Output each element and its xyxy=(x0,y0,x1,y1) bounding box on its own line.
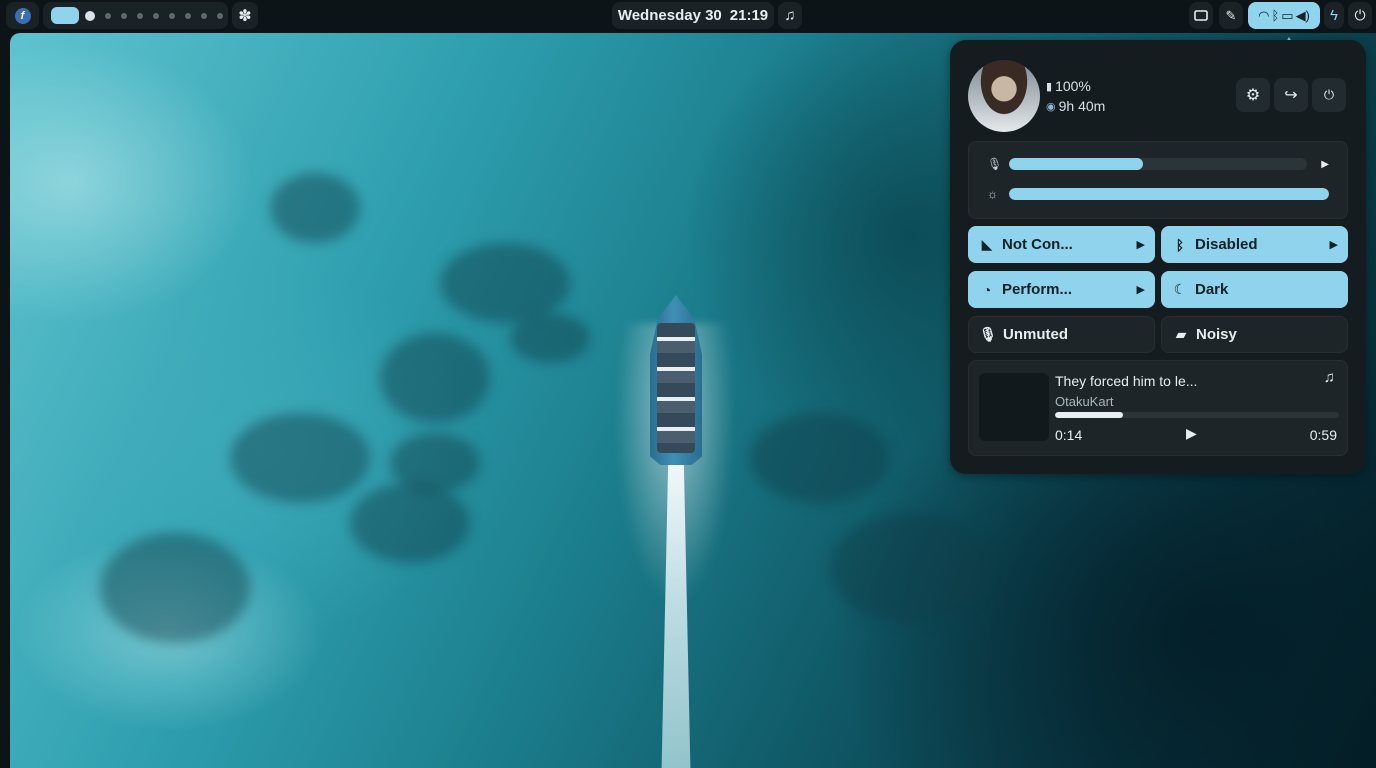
microphone-icon: 🎙︎ xyxy=(987,157,1003,171)
media-button[interactable]: ♫ xyxy=(778,2,802,29)
mic-slider-row: 🎙︎ ▶ xyxy=(969,154,1347,174)
workspace-indicator xyxy=(43,2,228,29)
eyedropper-icon: ✎ xyxy=(1225,7,1237,23)
workspace-7[interactable] xyxy=(169,12,175,19)
quick-settings-panel: ▮ 100% ◉ 9h 40m ⚙ ↪ ⏻ 🎙︎ ▶ ☼ ◣ Not Con..… xyxy=(950,40,1366,474)
music-note-icon: ♫ xyxy=(784,7,796,24)
workspace-5[interactable] xyxy=(137,12,143,19)
power-profile-icon: ◠ xyxy=(1258,7,1270,23)
workspace-3[interactable] xyxy=(105,12,111,19)
screen-icon xyxy=(1194,9,1208,21)
album-cover xyxy=(979,373,1049,441)
track-position: 0:14 xyxy=(1055,427,1083,443)
workspace-10[interactable] xyxy=(217,12,223,19)
screenshot-button[interactable] xyxy=(1189,2,1213,29)
bluetooth-tile-label: Disabled xyxy=(1195,236,1258,253)
workspace-8[interactable] xyxy=(185,12,191,19)
battery-small-icon: ▮ xyxy=(1046,80,1053,93)
workspace-4[interactable] xyxy=(121,12,127,19)
logout-button[interactable]: ↪ xyxy=(1274,78,1308,112)
mic-slider-fill xyxy=(1009,158,1144,170)
bluetooth-tile[interactable]: ᛒ Disabled ▶ xyxy=(1161,226,1348,263)
color-picker-button[interactable]: ✎ xyxy=(1219,2,1243,29)
brightness-slider-row: ☼ xyxy=(969,184,1347,204)
power-profile-expand-arrow[interactable]: ▶ xyxy=(1137,283,1145,296)
workspace-6[interactable] xyxy=(153,12,159,19)
wifi-off-icon: ◣ xyxy=(981,236,993,252)
battery-percentage: 100% xyxy=(1055,78,1091,94)
gear-icon: ✽ xyxy=(238,7,252,25)
track-title: They forced him to le... xyxy=(1055,373,1198,389)
track-progress-fill xyxy=(1055,412,1124,418)
bluetooth-icon: ᛒ xyxy=(1175,236,1185,253)
sliders-card: 🎙︎ ▶ ☼ xyxy=(968,141,1348,219)
power-icon: ⏻ xyxy=(1354,7,1366,23)
power-profile-tile-label: Perform... xyxy=(1002,281,1073,298)
settings-button[interactable]: ✽ xyxy=(232,2,258,29)
notifications-tile-label: Noisy xyxy=(1196,326,1237,343)
battery-status: ▮ 100% xyxy=(1046,78,1091,94)
clock[interactable]: Wednesday 30 21:19 xyxy=(612,2,774,29)
microphone-icon: 🎙︎ xyxy=(979,326,997,342)
fedora-icon: f xyxy=(14,7,31,24)
clock-day: Wednesday 30 xyxy=(617,7,722,24)
shutdown-button[interactable]: ⏻ xyxy=(1312,78,1346,112)
top-bar: f ✽ Wednesday 30 21:19 ♫ ✎ ◠ ᛒ ▭ ◀) ϟ ⏻ xyxy=(0,0,1376,33)
notifications-tile[interactable]: ▰ Noisy xyxy=(1161,316,1348,353)
brightness-slider[interactable] xyxy=(1009,188,1329,200)
workspace-1[interactable] xyxy=(51,7,79,24)
lightning-icon: ϟ xyxy=(1330,7,1338,24)
charging-indicator[interactable]: ϟ xyxy=(1324,2,1344,29)
clock-small-icon: ◉ xyxy=(1046,100,1056,113)
gear-icon: ⚙ xyxy=(1245,87,1261,104)
quick-settings-toggle[interactable]: ◠ ᛒ ▭ ◀) xyxy=(1248,2,1320,29)
fedora-menu-button[interactable]: f xyxy=(6,2,39,29)
music-note-icon: ♫ xyxy=(1323,369,1335,386)
bluetooth-icon: ᛒ xyxy=(1271,8,1280,23)
brightness-slider-fill xyxy=(1009,188,1329,200)
mic-slider[interactable] xyxy=(1009,158,1307,170)
dark-mode-tile-label: Dark xyxy=(1195,281,1229,298)
workspace-9[interactable] xyxy=(201,12,207,19)
power-icon: ⏻ xyxy=(1323,87,1335,102)
moon-icon: ☾ xyxy=(1173,281,1187,297)
track-duration: 0:59 xyxy=(1309,427,1337,443)
speedometer-icon: ◔ xyxy=(982,281,992,298)
left-edge xyxy=(0,33,10,768)
volume-icon: ◀) xyxy=(1295,7,1310,23)
workspace-2[interactable] xyxy=(85,10,95,21)
battery-time-remaining: ◉ 9h 40m xyxy=(1046,98,1105,114)
wifi-expand-arrow[interactable]: ▶ xyxy=(1137,238,1145,251)
panel-settings-button[interactable]: ⚙ xyxy=(1236,78,1270,112)
microphone-tile[interactable]: 🎙︎ Unmuted xyxy=(968,316,1155,353)
battery-icon: ▭ xyxy=(1281,7,1294,23)
microphone-tile-label: Unmuted xyxy=(1003,326,1068,343)
clock-time: 21:19 xyxy=(729,7,769,24)
power-profile-tile[interactable]: ◔ Perform... ▶ xyxy=(968,271,1155,308)
time-remaining-text: 9h 40m xyxy=(1058,98,1106,114)
bluetooth-expand-arrow[interactable]: ▶ xyxy=(1330,238,1338,251)
track-artist: OtakuKart xyxy=(1055,394,1114,409)
logout-icon: ↪ xyxy=(1284,87,1298,104)
mic-expand-arrow[interactable]: ▶ xyxy=(1321,159,1329,170)
brightness-icon: ☼ xyxy=(987,187,998,201)
power-menu-button[interactable]: ⏻ xyxy=(1348,2,1372,29)
dark-mode-tile[interactable]: ☾ Dark xyxy=(1161,271,1348,308)
media-player: They forced him to le... OtakuKart ♫ 0:1… xyxy=(968,360,1348,456)
play-icon[interactable]: ▶ xyxy=(1186,425,1197,442)
track-progress-bar[interactable] xyxy=(1055,412,1339,418)
wifi-tile[interactable]: ◣ Not Con... ▶ xyxy=(968,226,1155,263)
notification-icon: ▰ xyxy=(1175,326,1187,342)
avatar xyxy=(968,60,1040,132)
wifi-tile-label: Not Con... xyxy=(1002,236,1073,253)
